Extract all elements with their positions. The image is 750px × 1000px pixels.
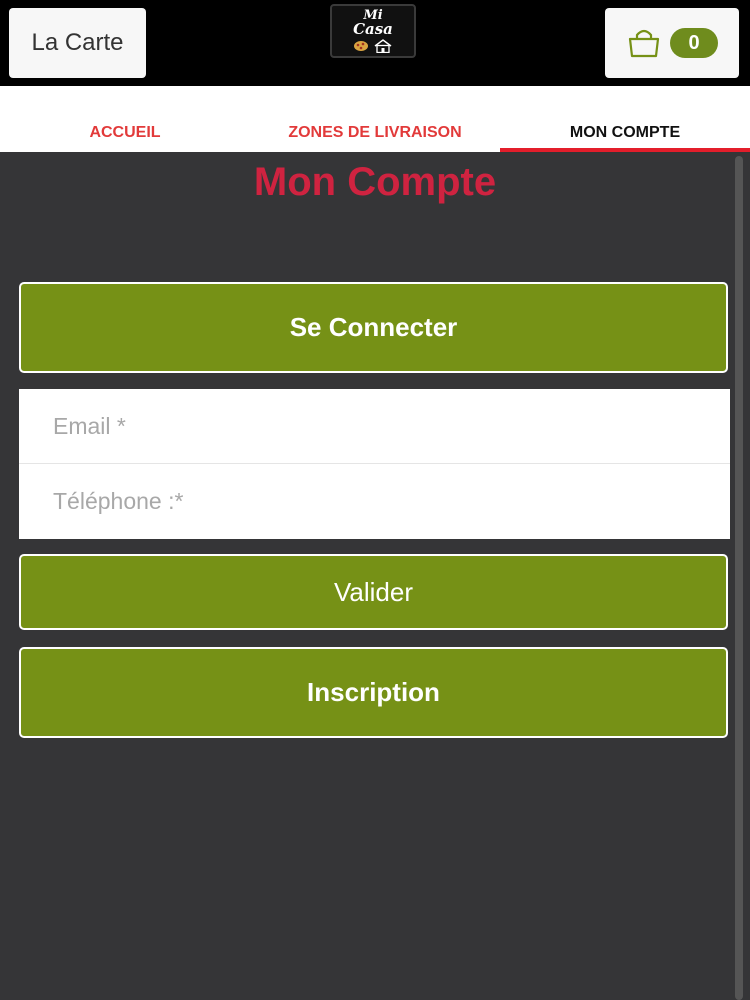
pizza-icon (354, 41, 368, 51)
tab-zones-de-livraison[interactable]: ZONES DE LIVRAISON (250, 86, 500, 152)
la-carte-label: La Carte (31, 29, 124, 56)
mi-casa-logo[interactable]: Mi Casa (330, 4, 416, 58)
cart-button[interactable]: 0 (605, 8, 739, 78)
tab-mon-compte-label: MON COMPTE (569, 124, 681, 141)
tab-accueil[interactable]: ACCUEIL (0, 86, 250, 152)
cart-count-badge: 0 (670, 28, 718, 58)
shopping-bag-icon (628, 29, 660, 58)
house-icon (374, 39, 392, 53)
tab-mon-compte[interactable]: MON COMPTE (500, 86, 750, 152)
la-carte-button[interactable]: La Carte (9, 8, 146, 78)
phone-field[interactable] (53, 488, 730, 515)
login-form (19, 389, 730, 539)
page-title: Mon Compte (253, 160, 497, 204)
phone-field-row (19, 464, 730, 539)
valider-label: Valider (333, 576, 413, 607)
se-connecter-label: Se Connecter (289, 312, 458, 342)
email-field[interactable] (53, 412, 730, 440)
inscription-button[interactable]: Inscription (19, 647, 728, 738)
valider-button[interactable]: Valider (19, 554, 728, 630)
tab-accueil-label: ACCUEIL (89, 124, 161, 141)
main-tabs: ACCUEIL ZONES DE LIVRAISON MON COMPTE (0, 86, 750, 152)
scrollbar[interactable] (735, 156, 743, 1000)
email-field-row (19, 389, 730, 464)
se-connecter-button[interactable]: Se Connecter (19, 282, 728, 373)
tab-zones-label: ZONES DE LIVRAISON (288, 124, 462, 141)
top-bar: La Carte Mi Casa 0 (0, 0, 750, 86)
logo-text-line2: Casa (353, 20, 393, 38)
inscription-label: Inscription (307, 677, 440, 707)
